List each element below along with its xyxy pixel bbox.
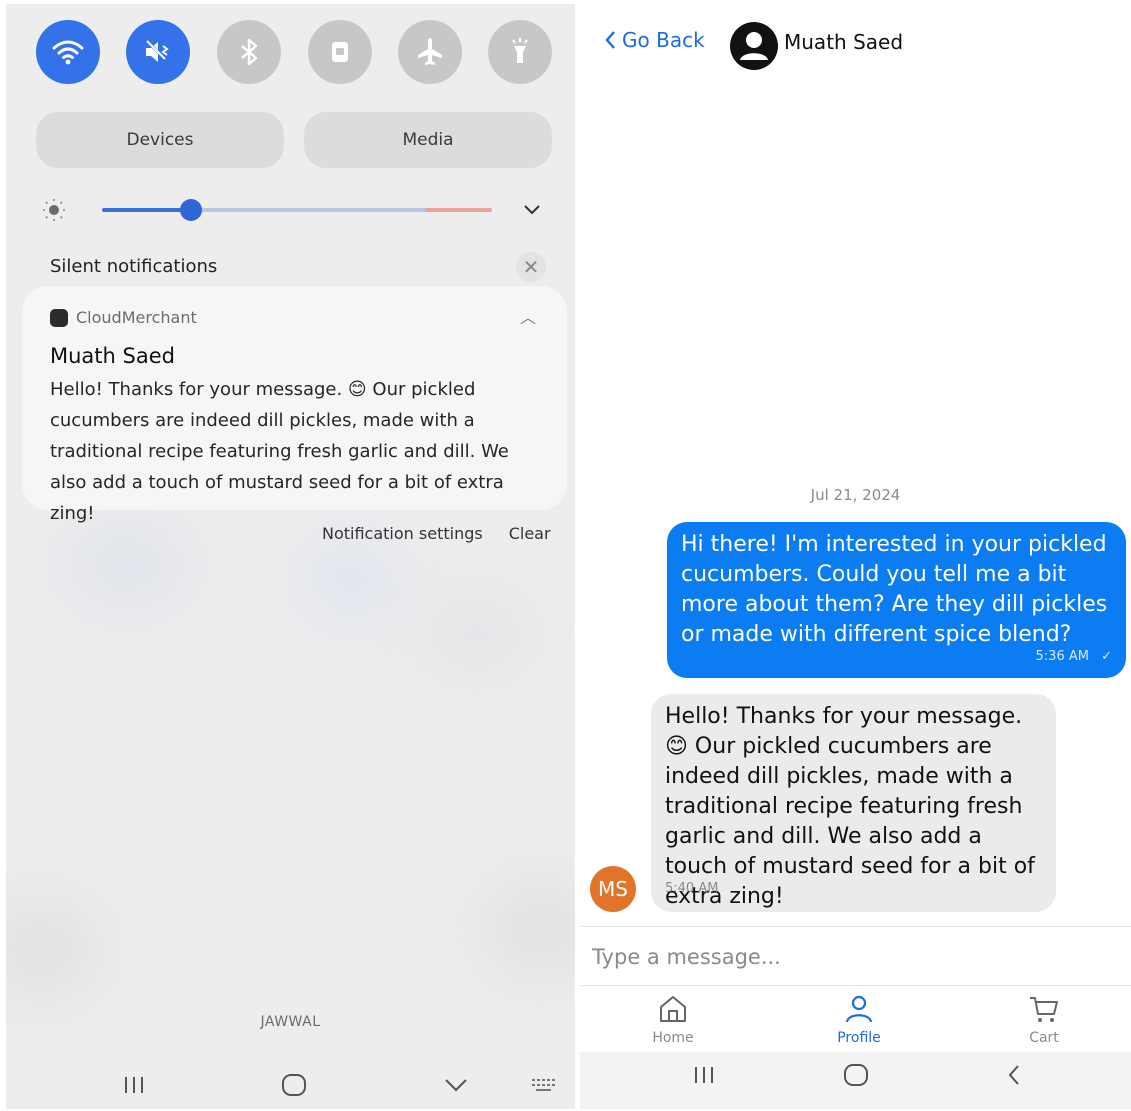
- go-back-label: Go Back: [622, 28, 705, 52]
- message-text: Hi there! I'm interested in your pickled…: [681, 532, 1108, 647]
- brightness-thumb[interactable]: [180, 199, 202, 221]
- lock-toggle[interactable]: [308, 20, 372, 84]
- airplane-toggle[interactable]: [398, 20, 462, 84]
- message-composer: [580, 926, 1131, 986]
- keyboard-icon[interactable]: [524, 1070, 564, 1100]
- silent-notifications-heading: Silent notifications: [50, 256, 218, 277]
- sound-toggle[interactable]: [126, 20, 190, 84]
- chevron-up-icon[interactable]: ︿: [520, 304, 536, 328]
- home-icon: [660, 996, 686, 1022]
- bottom-tab-bar: Home Profile Cart: [580, 988, 1131, 1052]
- person-icon: [740, 32, 768, 60]
- date-separator: Jul 21, 2024: [810, 486, 901, 504]
- quick-settings-row: [36, 20, 556, 88]
- notification-settings-button[interactable]: Notification settings: [322, 524, 483, 543]
- profile-icon: [845, 995, 873, 1023]
- lock-icon: [332, 42, 348, 62]
- peer-name: Muath Saed: [784, 30, 904, 54]
- flashlight-toggle[interactable]: [488, 20, 552, 84]
- read-check-icon: ✓: [1101, 649, 1112, 664]
- hide-keyboard-icon[interactable]: [436, 1070, 476, 1100]
- notification-card[interactable]: CloudMerchant ︿ Muath Saed Hello! Thanks…: [22, 286, 567, 524]
- message-text: Hello! Thanks for your message. 😊 Our pi…: [665, 704, 1035, 909]
- brightness-icon: [43, 199, 65, 221]
- background-blur: [66, 524, 186, 604]
- chat-screen: Go Back Muath Saed Jul 21, 2024 Hi there…: [580, 4, 1131, 1109]
- tab-profile[interactable]: Profile: [799, 992, 919, 1046]
- bluetooth-icon: [241, 38, 258, 66]
- notification-app-name: CloudMerchant: [76, 308, 197, 327]
- airplane-icon: [418, 38, 442, 65]
- notification-body: Hello! Thanks for your message. 😊 Our pi…: [50, 379, 509, 524]
- back-nav-icon[interactable]: [994, 1060, 1034, 1090]
- screenshot-composite: Devices Media Silent notifications ✕ Clo…: [0, 0, 1131, 1111]
- chevron-down-icon[interactable]: [522, 202, 542, 218]
- tab-profile-label: Profile: [837, 1030, 881, 1046]
- background-blur: [306, 544, 396, 614]
- close-icon[interactable]: ✕: [516, 252, 546, 282]
- message-meta: 5:36 AM ✓: [1036, 642, 1112, 672]
- notification-app-header: CloudMerchant: [50, 308, 197, 327]
- wifi-icon: [52, 40, 84, 65]
- chevron-left-icon: [605, 31, 615, 49]
- notification-actions: Notification settings Clear: [322, 524, 551, 543]
- background-blur: [6, 904, 96, 994]
- media-button[interactable]: Media: [304, 112, 552, 168]
- message-time: 5:36 AM: [1035, 649, 1089, 664]
- message-time: 5:40 AM: [665, 881, 719, 896]
- cloudmerchant-app-icon: [50, 308, 68, 327]
- system-navigation-bar: [6, 1062, 575, 1106]
- sender-avatar[interactable]: MS: [590, 866, 636, 912]
- background-blur: [486, 884, 575, 974]
- message-input[interactable]: [592, 939, 1112, 975]
- recent-apps-icon[interactable]: [684, 1060, 724, 1090]
- notification-sender: Muath Saed: [50, 344, 175, 368]
- flashlight-icon: [512, 38, 528, 63]
- media-label: Media: [402, 130, 454, 150]
- incoming-message-bubble[interactable]: Hello! Thanks for your message. 😊 Our pi…: [651, 694, 1056, 912]
- go-back-button[interactable]: Go Back: [604, 28, 705, 52]
- clear-button[interactable]: Clear: [509, 524, 551, 543]
- recent-apps-icon[interactable]: [114, 1070, 154, 1100]
- tab-home-label: Home: [652, 1030, 694, 1046]
- devices-label: Devices: [126, 130, 194, 150]
- wifi-toggle[interactable]: [36, 20, 100, 84]
- carrier-label: JAWWAL: [260, 1014, 321, 1030]
- tab-cart[interactable]: Cart: [984, 992, 1104, 1046]
- peer-avatar[interactable]: [730, 22, 778, 70]
- bluetooth-toggle[interactable]: [217, 20, 281, 84]
- tab-cart-label: Cart: [1029, 1030, 1059, 1046]
- tab-home[interactable]: Home: [613, 992, 733, 1046]
- brightness-track: [102, 208, 492, 212]
- background-blur: [426, 604, 526, 664]
- home-nav-icon[interactable]: [836, 1060, 876, 1090]
- brightness-slider[interactable]: [42, 190, 562, 230]
- cart-icon: [1030, 997, 1058, 1022]
- outgoing-message-bubble[interactable]: Hi there! I'm interested in your pickled…: [667, 522, 1126, 678]
- system-navigation-bar: [580, 1052, 1131, 1109]
- notification-shade: Devices Media Silent notifications ✕ Clo…: [6, 4, 575, 1109]
- sound-off-icon: [146, 40, 169, 62]
- devices-button[interactable]: Devices: [36, 112, 284, 168]
- home-nav-icon[interactable]: [274, 1070, 314, 1100]
